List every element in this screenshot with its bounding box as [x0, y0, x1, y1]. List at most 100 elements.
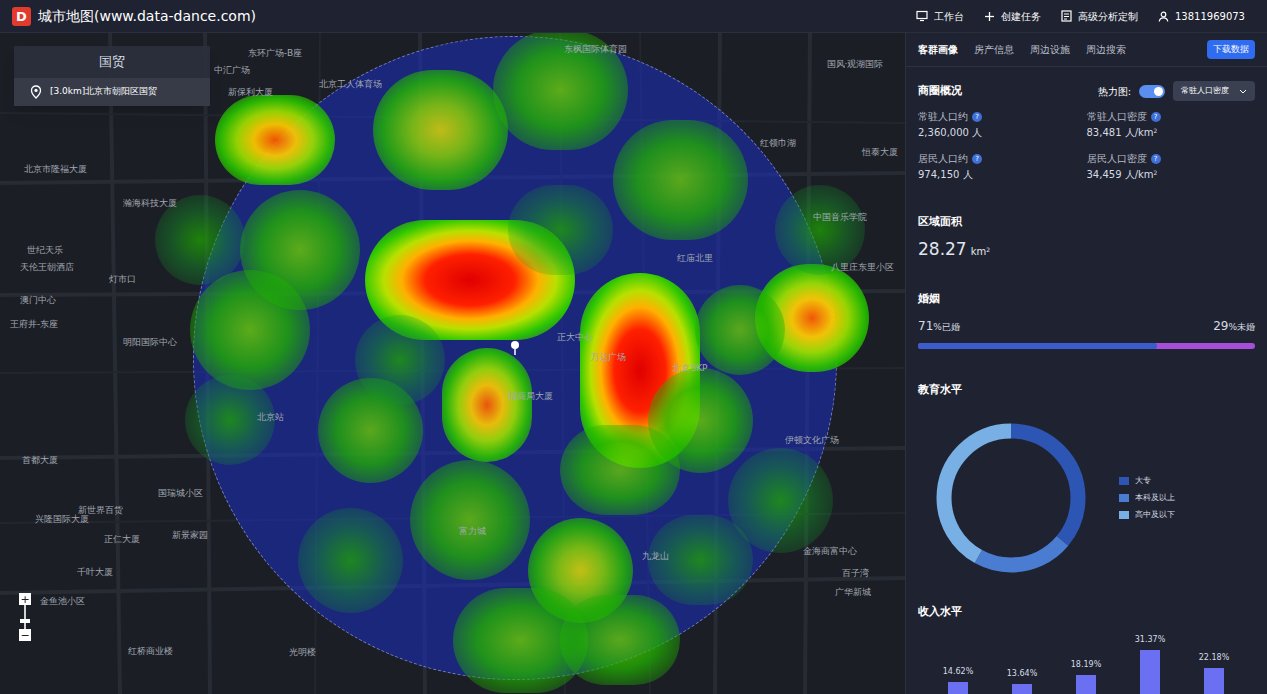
legend-swatch: [1119, 477, 1129, 485]
donut-segment[interactable]: [944, 431, 1078, 565]
legend-swatch: [1119, 494, 1129, 502]
section-title: 收入水平: [918, 605, 1255, 619]
zoom-in-button[interactable]: +: [19, 593, 31, 605]
unmarried-share: 29%未婚: [1213, 318, 1255, 335]
tab-label: 周边搜索: [1086, 44, 1126, 55]
heat-spot: [373, 70, 508, 190]
bar-value: 13.64%: [1007, 668, 1038, 680]
heat-spot: [410, 460, 530, 580]
stat-label-row: 居民人口约?: [918, 153, 1087, 165]
area-unit: km: [971, 246, 987, 257]
heatmap-layer-select[interactable]: 常驻人口密度: [1173, 81, 1255, 101]
heat-spot: [560, 425, 680, 515]
income-bar[interactable]: [1140, 650, 1160, 694]
legend-item: 高中及以下: [1119, 509, 1175, 521]
map-label: 百子湾: [842, 569, 869, 578]
value-text: 83,481 人/km2: [1087, 127, 1256, 139]
map-label: 中汇广场: [214, 66, 250, 75]
tab-label: 周边设施: [1030, 44, 1070, 55]
main-area: 中汇广场东环广场-B座新保利大厦北京市隆福大厦瀚海科技大厦北京工人体育场东枫国际…: [0, 33, 1267, 694]
map-label: 世纪天乐: [27, 246, 63, 255]
toolbar-label: 13811969073: [1175, 9, 1245, 24]
share-unit: %已婚: [933, 319, 960, 335]
income-bar[interactable]: [1076, 675, 1096, 694]
plus-icon: [984, 11, 995, 22]
toolbar-item[interactable]: 13811969073: [1158, 9, 1245, 24]
legend-item: 大专: [1119, 475, 1175, 487]
married-share: 71%已婚: [918, 318, 960, 335]
section-title: 教育水平: [918, 383, 1255, 397]
section-title: 区域面积: [918, 215, 1255, 229]
income-bar[interactable]: [1204, 668, 1224, 694]
value-text: 974,150 人: [918, 169, 1087, 181]
help-icon[interactable]: ?: [1151, 112, 1161, 122]
value-text: 2,360,000 人: [918, 127, 1087, 139]
map-label: 王府井-东座: [10, 320, 58, 329]
map-label: 新世界百货: [78, 506, 123, 515]
map-canvas[interactable]: 中汇广场东环广场-B座新保利大厦北京市隆福大厦瀚海科技大厦北京工人体育场东枫国际…: [0, 33, 905, 694]
help-icon[interactable]: ?: [972, 112, 982, 122]
toolbar-item[interactable]: 高级分析定制: [1061, 9, 1138, 24]
legend-label: 高中及以下: [1135, 509, 1175, 521]
tab[interactable]: 房产信息: [974, 42, 1014, 57]
map-label: 千叶大厦: [77, 568, 113, 577]
tab-label: 房产信息: [974, 44, 1014, 55]
legend-item: 本科及以上: [1119, 492, 1175, 504]
map-label: 万达广场: [590, 353, 626, 362]
heatmap-toggle[interactable]: [1139, 85, 1165, 98]
location-pin-icon: [509, 340, 521, 356]
tab[interactable]: 周边搜索: [1086, 42, 1126, 57]
user-icon: [1158, 11, 1169, 22]
help-icon[interactable]: ?: [1151, 154, 1161, 164]
stats-grid: 常驻人口约? 2,360,000 人常驻人口密度? 83,481 人/km2 居民人口…: [918, 111, 1255, 181]
heat-spot: [318, 378, 423, 483]
location-pin-icon: [30, 85, 42, 99]
map-label: 天伦王朝酒店: [20, 263, 74, 272]
heat-spot: [442, 348, 532, 462]
stat: 常驻人口密度? 83,481 人/km2: [1087, 111, 1256, 139]
map-label: 东枫国际体育园: [564, 45, 627, 54]
toolbar-item[interactable]: 工作台: [916, 9, 964, 24]
side-panel: 客群画像房产信息周边设施周边搜索下载数据商圈概况热力图:常驻人口密度常驻人口约?…: [905, 33, 1267, 694]
stat-label: 常驻人口密度: [1087, 111, 1147, 123]
download-button[interactable]: 下载数据: [1207, 40, 1255, 60]
map-label: 广华新城: [835, 588, 871, 597]
map-label: 光明楼: [289, 648, 316, 657]
bar-value: 18.19%: [1071, 659, 1102, 671]
heat-spot: [298, 508, 403, 613]
tab[interactable]: 客群画像: [918, 42, 958, 57]
map-label: 红庙北里: [677, 254, 713, 263]
help-icon[interactable]: ?: [972, 154, 982, 164]
tab[interactable]: 周边设施: [1030, 42, 1070, 57]
toolbar-item[interactable]: 创建任务: [984, 9, 1041, 24]
share-number: 71: [918, 318, 933, 334]
value-text: 34,459 人/km2: [1087, 169, 1256, 181]
map-label: 兴隆国际大厦: [35, 515, 89, 524]
income-bar[interactable]: [948, 682, 968, 694]
app-title: 城市地图(www.data-dance.com): [38, 6, 256, 27]
app-window: D城市地图(www.data-dance.com)工作台创建任务高级分析定制13…: [0, 0, 1267, 694]
map-label: 明阳国际中心: [123, 338, 177, 347]
heat-spot: [560, 595, 680, 685]
donut-segment[interactable]: [944, 431, 1078, 565]
section-title: 婚姻: [918, 292, 1255, 306]
education-donut: [936, 423, 1086, 573]
stat-label: 常驻人口约: [918, 111, 968, 123]
heat-spot: [365, 220, 575, 340]
toolbar-label: 工作台: [934, 9, 964, 24]
map-label: 九龙山: [642, 552, 669, 561]
map-label: 恒泰大厦: [862, 148, 898, 157]
zoom-out-button[interactable]: −: [19, 629, 31, 641]
heat-spot: [355, 315, 445, 405]
toolbar: 工作台 创建任务 高级分析定制 13811969073: [916, 9, 1255, 24]
heatmap-layer: 常驻人口密度: [1181, 85, 1229, 97]
search-result[interactable]: [3.0km]北京市朝阳区国贸: [14, 78, 210, 106]
monitor-icon: [916, 10, 928, 22]
income-bar[interactable]: [1012, 684, 1032, 694]
marriage-bar: [918, 343, 1255, 349]
income-column: 18.19%: [1054, 659, 1118, 694]
donut-segment[interactable]: [944, 431, 1078, 565]
stat-label-row: 居民人口密度?: [1087, 153, 1256, 165]
map-label: 国瑞城小区: [158, 489, 203, 498]
value: 974,150 人: [918, 169, 973, 180]
